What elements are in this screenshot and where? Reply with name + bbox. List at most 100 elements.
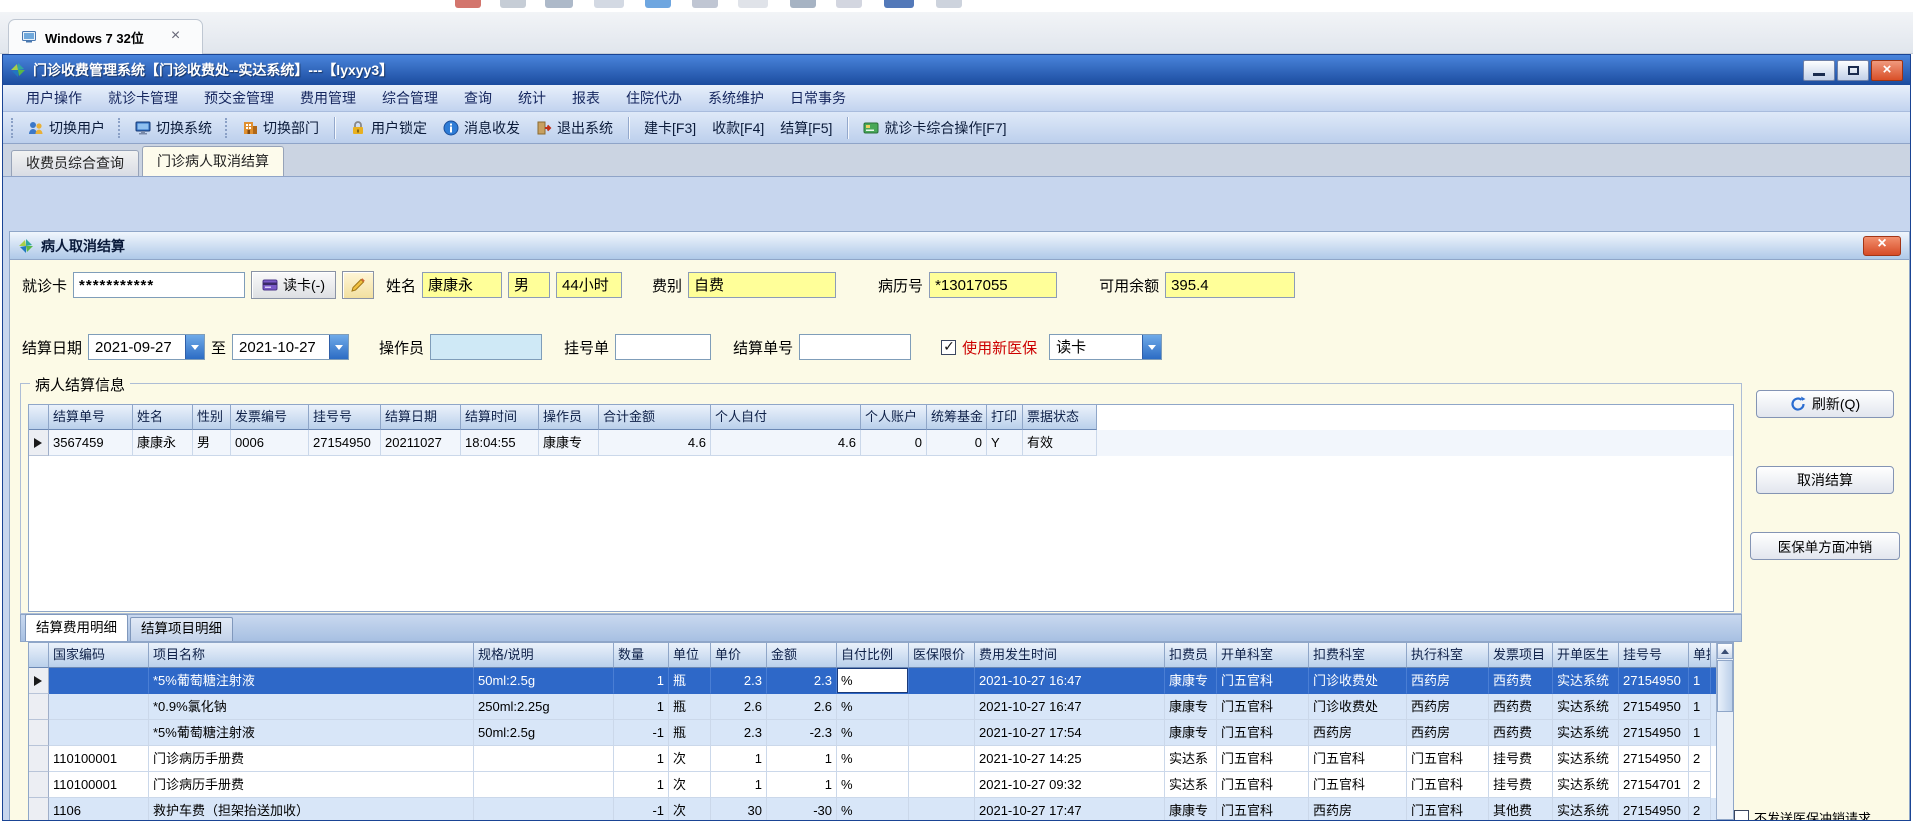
settlement-column-header[interactable]: 票据状态 [1023,405,1097,430]
cell-quantity[interactable]: -1 [614,720,669,746]
card-number-input[interactable] [73,272,246,298]
fee-detail-row[interactable]: *5%葡萄糖注射液 50ml:2.5g -1 瓶 2.3 -2.3 % 2021… [29,720,1733,746]
cell-invoice-no[interactable]: 0006 [231,430,309,456]
cell-doc-no[interactable]: 1 [1689,720,1711,746]
cancel-settlement-button[interactable]: 取消结算 [1756,466,1894,494]
cell-settle-no[interactable]: 3567459 [49,430,133,456]
switch-system-button[interactable]: 切换系统 [128,115,219,141]
cell-invoice-item[interactable]: 挂号费 [1489,772,1553,798]
card-operations-button[interactable]: 就诊卡综合操作[F7] [856,115,1013,141]
cell-order-doctor[interactable]: 实达系统 [1553,694,1619,720]
settlement-column-header[interactable]: 个人自付 [711,405,861,430]
cell-self-pay-ratio[interactable]: % [837,746,909,772]
cell-unit[interactable]: 次 [669,746,711,772]
cell-order-dept[interactable]: 门五官科 [1217,746,1309,772]
settle-button[interactable]: 结算[F5] [773,115,839,141]
cell-unit-price[interactable]: 2.6 [711,694,767,720]
card-mode-select[interactable]: 读卡 [1049,334,1163,360]
cell-order-dept[interactable]: 门五官科 [1217,694,1309,720]
cell-charge-clerk[interactable]: 康康专 [1165,668,1217,694]
settlement-column-header[interactable]: 结算时间 [461,405,539,430]
cell-order-dept[interactable]: 门五官科 [1217,772,1309,798]
cell-charge-dept[interactable]: 门诊收费处 [1309,694,1407,720]
cell-national-code[interactable]: 110100001 [49,772,149,798]
settlement-column-header[interactable]: 个人账户 [861,405,927,430]
cell-exec-dept[interactable]: 西药房 [1407,694,1489,720]
settlement-row[interactable]: 3567459 康康永 男 0006 27154950 20211027 18:… [29,430,1733,456]
mdi-tab[interactable]: 收费员综合查询 [11,150,139,176]
cell-quantity[interactable]: -1 [614,798,669,820]
cell-charge-dept[interactable]: 门诊收费处 [1309,668,1407,694]
cell-operator[interactable]: 康康专 [539,430,599,456]
cell-personal-account[interactable]: 0 [861,430,927,456]
detail-column-header[interactable]: 开单医生 [1553,643,1619,668]
cell-unit[interactable]: 次 [669,772,711,798]
cell-exec-dept[interactable]: 西药房 [1407,720,1489,746]
menu-item[interactable]: 用户操作 [13,85,95,111]
cell-invoice-item[interactable]: 其他费 [1489,798,1553,820]
cell-amount[interactable]: 1 [767,772,837,798]
detail-column-header[interactable]: 扣费员 [1165,643,1217,668]
cell-insurance-limit[interactable] [909,694,975,720]
cell-printed[interactable]: Y [987,430,1023,456]
cell-fee-time[interactable]: 2021-10-27 17:54 [975,720,1165,746]
cell-order-doctor[interactable]: 实达系统 [1553,798,1619,820]
menu-item[interactable]: 费用管理 [287,85,369,111]
settle-no-input[interactable] [799,334,912,360]
cell-spec[interactable] [474,746,614,772]
cell-fee-time[interactable]: 2021-10-27 09:32 [975,772,1165,798]
cell-charge-clerk[interactable]: 实达系 [1165,772,1217,798]
cell-national-code[interactable]: 1106 [49,798,149,820]
cell-order-doctor[interactable]: 实达系统 [1553,746,1619,772]
cell-quantity[interactable]: 1 [614,772,669,798]
menu-item[interactable]: 系统维护 [695,85,777,111]
cell-reg-no[interactable]: 27154950 [309,430,381,456]
cell-self-pay-ratio[interactable]: % [837,694,909,720]
create-card-button[interactable]: 建卡[F3] [637,115,703,141]
cell-national-code[interactable] [49,668,149,694]
cell-spec[interactable] [474,772,614,798]
cell-charge-clerk[interactable]: 康康专 [1165,720,1217,746]
cell-amount[interactable]: 2.6 [767,694,837,720]
settlement-column-header[interactable]: 性别 [193,405,231,430]
vm-tab[interactable]: Windows 7 32位 [8,19,203,54]
maximize-button[interactable] [1837,59,1869,81]
detail-tab[interactable]: 结算费用明细 [25,614,128,641]
detail-tab[interactable]: 结算项目明细 [130,617,233,641]
settlement-column-header[interactable]: 结算日期 [381,405,461,430]
cell-national-code[interactable] [49,694,149,720]
cell-spec[interactable]: 50ml:2.5g [474,720,614,746]
detail-column-header[interactable]: 规格/说明 [474,643,614,668]
cell-exec-dept[interactable]: 门五官科 [1407,798,1489,820]
cell-charge-dept[interactable]: 门五官科 [1309,746,1407,772]
cell-item-name[interactable]: 门诊病历手册费 [149,746,474,772]
menu-item[interactable]: 报表 [559,85,613,111]
cell-fee-time[interactable]: 2021-10-27 16:47 [975,668,1165,694]
cell-insurance-limit[interactable] [909,798,975,820]
cell-reg-no[interactable]: 27154950 [1619,694,1689,720]
vertical-scrollbar[interactable] [1716,643,1733,820]
cell-charge-clerk[interactable]: 实达系 [1165,746,1217,772]
menu-item[interactable]: 住院代办 [613,85,695,111]
cell-order-doctor[interactable]: 实达系统 [1553,720,1619,746]
cell-item-name[interactable]: 门诊病历手册费 [149,772,474,798]
fee-detail-row[interactable]: *5%葡萄糖注射液 50ml:2.5g 1 瓶 2.3 2.3 % 2021-1… [29,668,1733,694]
detail-column-header[interactable]: 医保限价 [909,643,975,668]
dropdown-arrow-icon[interactable] [185,335,205,359]
user-lock-button[interactable]: 用户锁定 [343,115,434,141]
cell-item-name[interactable]: 救护车费（担架抬送加收） [149,798,474,820]
cell-fee-time[interactable]: 2021-10-27 16:47 [975,694,1165,720]
cell-doc-no[interactable]: 2 [1689,798,1711,820]
cell-item-name[interactable]: *5%葡萄糖注射液 [149,720,474,746]
menu-item[interactable]: 统计 [505,85,559,111]
cell-exec-dept[interactable]: 门五官科 [1407,772,1489,798]
cell-amount[interactable]: -30 [767,798,837,820]
settlement-column-header[interactable]: 打印 [987,405,1023,430]
cell-insurance-limit[interactable] [909,668,975,694]
cell-pooling-fund[interactable]: 0 [927,430,987,456]
cell-doc-no[interactable]: 1 [1689,668,1711,694]
use-new-insurance-checkbox[interactable] [941,338,957,355]
settlement-column-header[interactable]: 姓名 [133,405,193,430]
cell-charge-dept[interactable]: 西药房 [1309,720,1407,746]
detail-column-header[interactable]: 单位 [669,643,711,668]
